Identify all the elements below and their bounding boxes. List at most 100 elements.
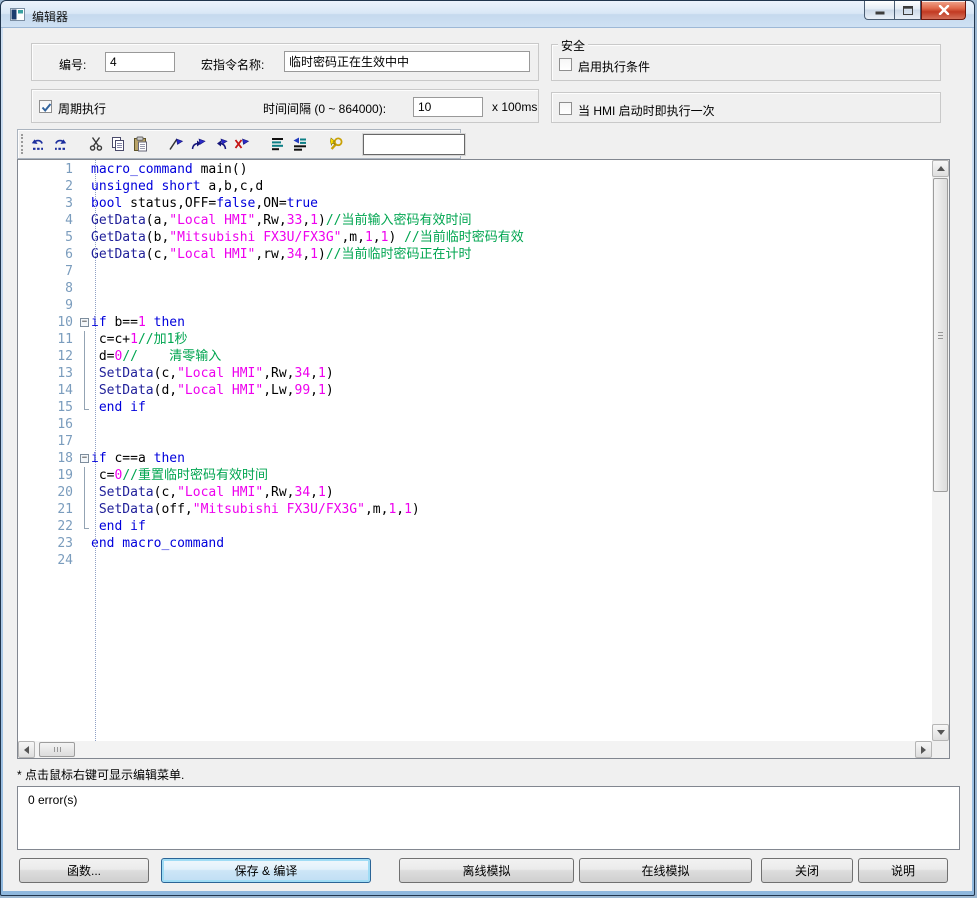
- line-number: 12: [18, 348, 73, 365]
- code-line[interactable]: 9: [18, 297, 932, 314]
- fold-collapse-icon[interactable]: −: [80, 318, 89, 327]
- code-editor[interactable]: 1macro_command main()2unsigned short a,b…: [17, 159, 950, 759]
- code-line[interactable]: 13 SetData(c,"Local HMI",Rw,34,1): [18, 365, 932, 382]
- find-next-icon[interactable]: [325, 133, 347, 155]
- code-line[interactable]: 18−if c==a then: [18, 450, 932, 467]
- minimize-button[interactable]: [864, 1, 894, 20]
- code-text: SetData(off,"Mitsubishi FX3U/FX3G",m,1,1…: [91, 501, 420, 518]
- compile-output-text: 0 error(s): [28, 793, 77, 807]
- code-line[interactable]: 12 d=0// 清零输入: [18, 348, 932, 365]
- fold-cell: [79, 195, 91, 212]
- gutter-separator: [95, 160, 96, 741]
- security-group-label: 安全: [558, 37, 588, 54]
- code-line[interactable]: 15 end if: [18, 399, 932, 416]
- line-number: 4: [18, 212, 73, 229]
- save-compile-button[interactable]: 保存 & 编译: [161, 858, 371, 883]
- format-outdent-icon[interactable]: [289, 133, 311, 155]
- macro-name-input[interactable]: [284, 51, 530, 72]
- cut-icon[interactable]: [85, 133, 107, 155]
- code-line[interactable]: 20 SetData(c,"Local HMI",Rw,34,1): [18, 484, 932, 501]
- offline-sim-button[interactable]: 离线模拟: [399, 858, 574, 883]
- close-dialog-button[interactable]: 关闭: [761, 858, 853, 883]
- minimize-icon: [875, 6, 885, 15]
- interval-input[interactable]: [413, 97, 483, 117]
- line-number: 1: [18, 161, 73, 178]
- fold-cell: [79, 484, 91, 501]
- code-line[interactable]: 17: [18, 433, 932, 450]
- macro-id-input[interactable]: [105, 52, 175, 72]
- format-indent-icon[interactable]: [267, 133, 289, 155]
- fold-collapse-icon[interactable]: −: [80, 454, 89, 463]
- line-number: 9: [18, 297, 73, 314]
- bookmark-prev-icon[interactable]: [209, 133, 231, 155]
- periodic-checkbox[interactable]: [39, 100, 52, 113]
- toolbar-group: [85, 133, 151, 155]
- titlebar[interactable]: 编辑器: [1, 1, 974, 28]
- code-line[interactable]: 10−if b==1 then: [18, 314, 932, 331]
- scroll-down-button[interactable]: [932, 724, 949, 741]
- close-icon: [938, 5, 950, 15]
- paste-icon[interactable]: [129, 133, 151, 155]
- bookmark-next-icon[interactable]: [187, 133, 209, 155]
- code-line[interactable]: 4GetData(a,"Local HMI",Rw,33,1)//当前输入密码有…: [18, 212, 932, 229]
- scroll-up-button[interactable]: [932, 160, 949, 177]
- line-number: 7: [18, 263, 73, 280]
- code-text: GetData(b,"Mitsubishi FX3U/FX3G",m,1,1) …: [91, 229, 524, 246]
- bookmark-toggle-icon[interactable]: [165, 133, 187, 155]
- toolbar-group: [267, 133, 311, 155]
- close-button[interactable]: [921, 1, 966, 20]
- code-text: GetData(c,"Local HMI",rw,34,1)//当前临时密码正在…: [91, 246, 471, 263]
- run-on-startup-checkbox[interactable]: [559, 102, 572, 115]
- fold-cell: [79, 365, 91, 382]
- code-line[interactable]: 19 c=0//重置临时密码有效时间: [18, 467, 932, 484]
- vertical-scrollbar[interactable]: [932, 160, 949, 741]
- scroll-left-button[interactable]: [18, 741, 35, 758]
- copy-icon[interactable]: [107, 133, 129, 155]
- fold-cell: [79, 348, 91, 365]
- toolbar-search-input[interactable]: [363, 134, 465, 155]
- code-line[interactable]: 7: [18, 263, 932, 280]
- periodic-label: 周期执行: [58, 100, 106, 117]
- compile-output-box[interactable]: 0 error(s): [17, 786, 960, 850]
- code-line[interactable]: 8: [18, 280, 932, 297]
- bookmark-clear-icon[interactable]: [231, 133, 253, 155]
- line-number: 16: [18, 416, 73, 433]
- code-line[interactable]: 6GetData(c,"Local HMI",rw,34,1)//当前临时密码正…: [18, 246, 932, 263]
- online-sim-button[interactable]: 在线模拟: [579, 858, 752, 883]
- run-on-startup-label: 当 HMI 启动时即执行一次: [578, 102, 715, 119]
- code-line[interactable]: 14 SetData(d,"Local HMI",Lw,99,1): [18, 382, 932, 399]
- code-line[interactable]: 11 c=c+1//加1秒: [18, 331, 932, 348]
- maximize-button[interactable]: [894, 1, 921, 20]
- code-line[interactable]: 22 end if: [18, 518, 932, 535]
- line-number: 2: [18, 178, 73, 195]
- fold-cell: −: [79, 450, 91, 467]
- scroll-right-button[interactable]: [915, 741, 932, 758]
- code-line[interactable]: 21 SetData(off,"Mitsubishi FX3U/FX3G",m,…: [18, 501, 932, 518]
- toolbar-grip[interactable]: [21, 134, 23, 154]
- code-line[interactable]: 23end macro_command: [18, 535, 932, 552]
- line-number: 10: [18, 314, 73, 331]
- undo-icon[interactable]: [27, 133, 49, 155]
- toolbar-group: [27, 133, 71, 155]
- maximize-icon: [903, 6, 913, 15]
- horizontal-scrollbar[interactable]: [18, 741, 932, 758]
- redo-icon[interactable]: [49, 133, 71, 155]
- code-line[interactable]: 3bool status,OFF=false,ON=true: [18, 195, 932, 212]
- arrow-up-icon: [937, 166, 945, 171]
- code-line[interactable]: 1macro_command main(): [18, 161, 932, 178]
- help-button[interactable]: 说明: [858, 858, 948, 883]
- horizontal-scroll-thumb[interactable]: [39, 742, 75, 757]
- arrow-down-icon: [937, 730, 945, 735]
- code-line[interactable]: 5GetData(b,"Mitsubishi FX3U/FX3G",m,1,1)…: [18, 229, 932, 246]
- vertical-scroll-thumb[interactable]: [933, 178, 948, 492]
- code-text: end macro_command: [91, 535, 224, 552]
- editor-window: 编辑器 编号: 宏指令名称: 安全 启用执行条件 周期执行 时间间隔 (0 ~ …: [0, 0, 975, 896]
- toolbar-group: [325, 133, 347, 155]
- code-line[interactable]: 16: [18, 416, 932, 433]
- code-line[interactable]: 24: [18, 552, 932, 569]
- code-line[interactable]: 2unsigned short a,b,c,d: [18, 178, 932, 195]
- fold-cell: [79, 280, 91, 297]
- code-lines[interactable]: 1macro_command main()2unsigned short a,b…: [18, 161, 932, 741]
- function-button[interactable]: 函数...: [19, 858, 149, 883]
- exec-condition-checkbox[interactable]: [559, 58, 572, 71]
